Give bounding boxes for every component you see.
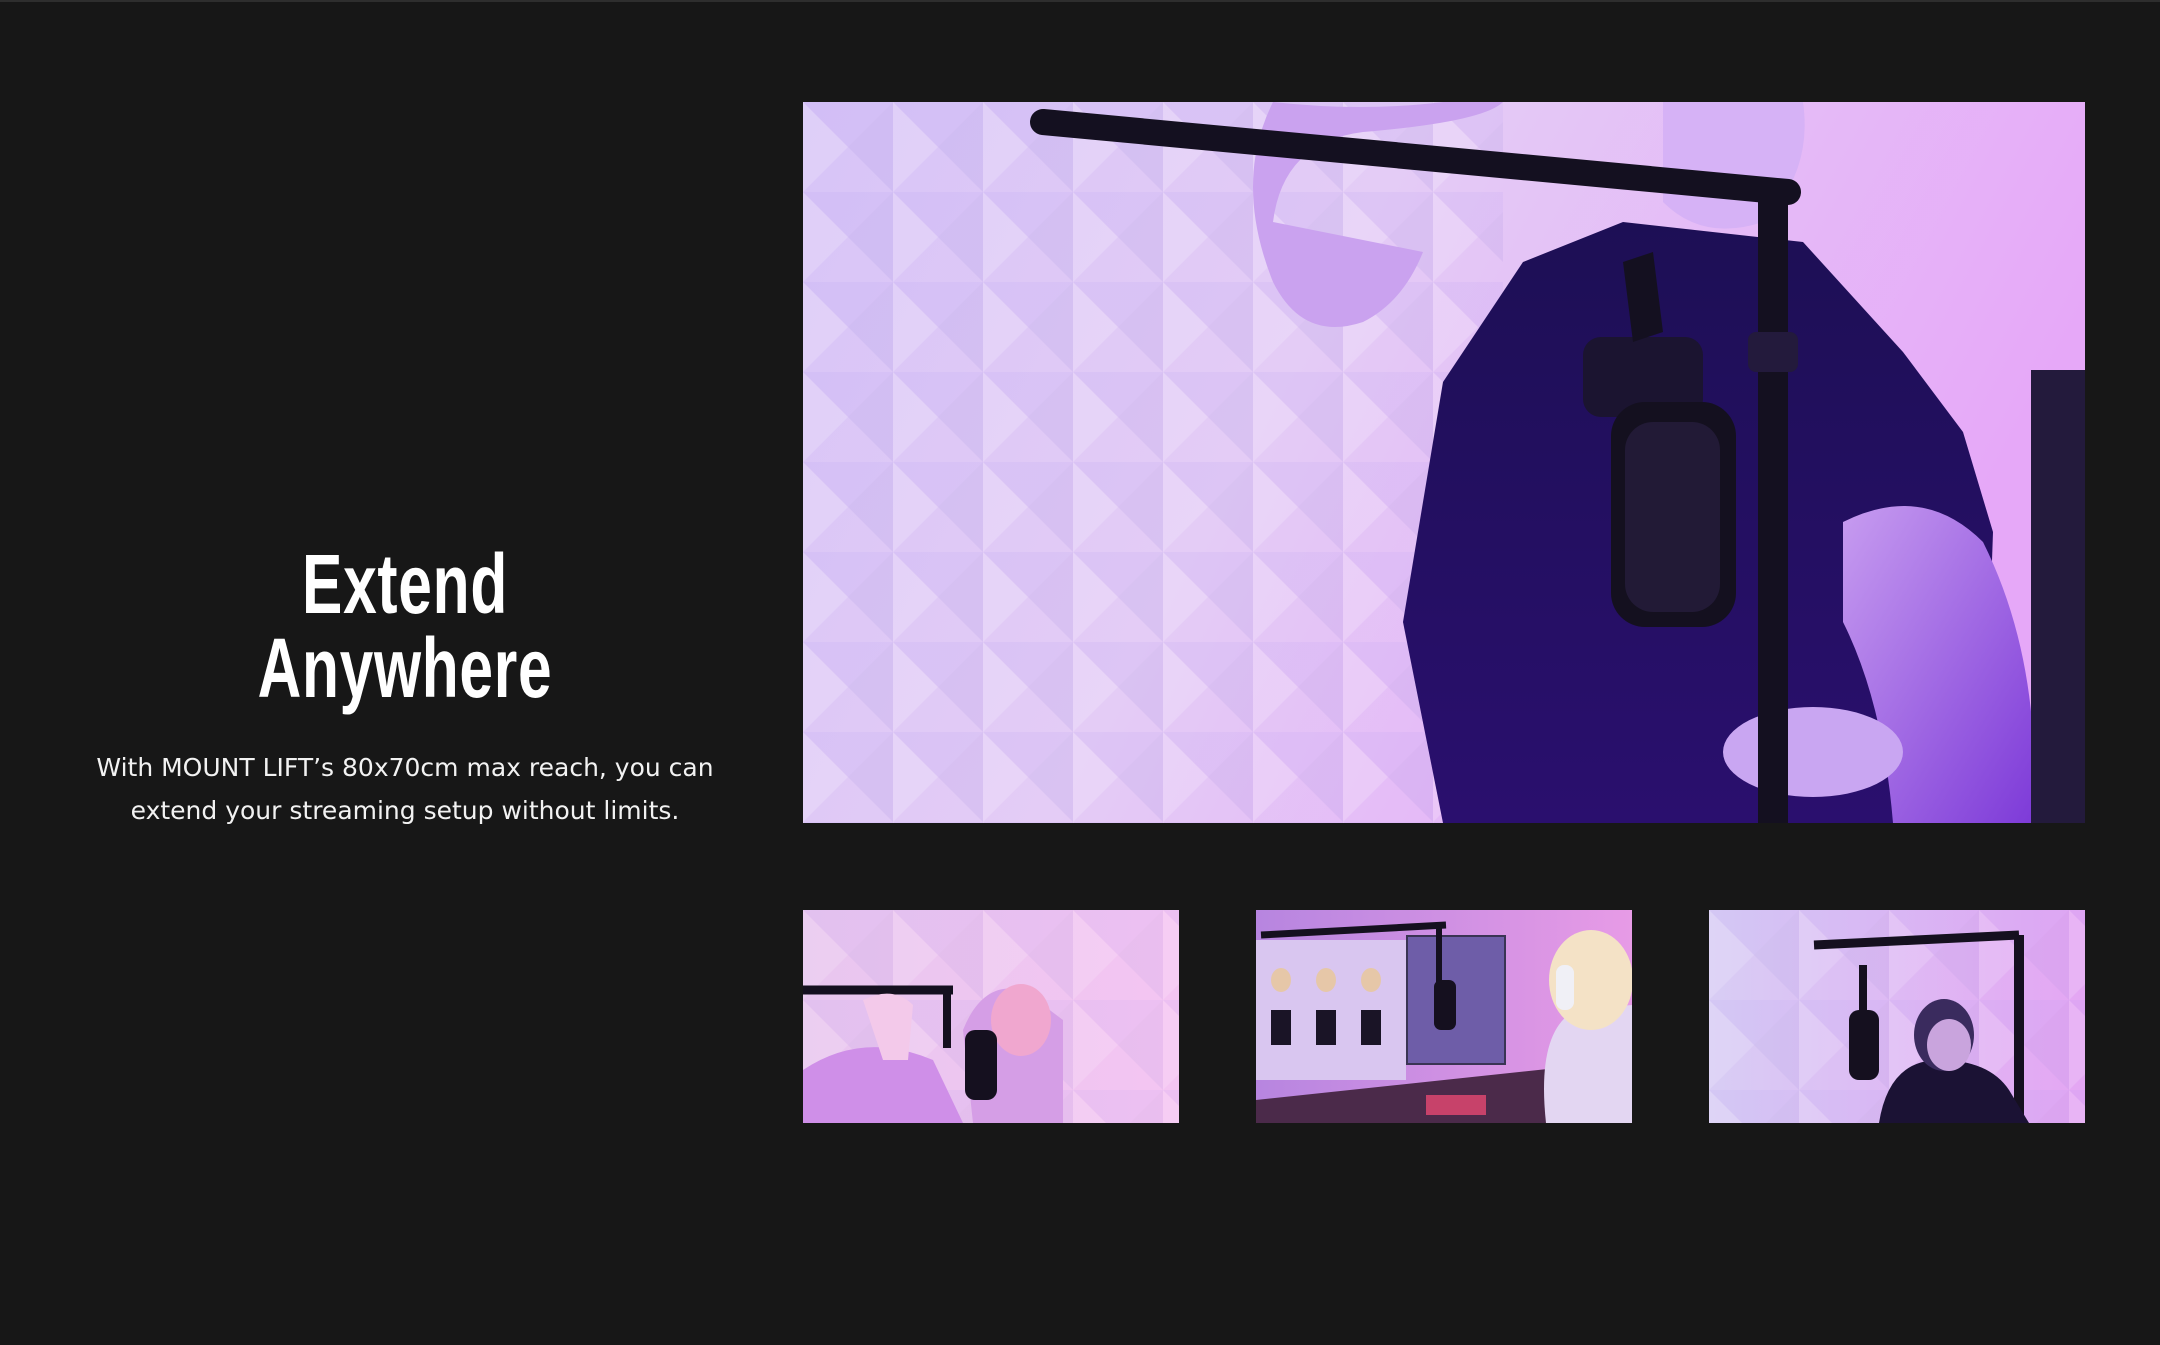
thumb-boom-arm-man-icon: [1709, 910, 2085, 1123]
feature-description: With MOUNT LIFT’s 80x70cm max reach, you…: [96, 753, 714, 825]
feature-title: Extend Anywhere: [257, 537, 553, 715]
video-frame-mic-boom-icon: [803, 102, 2085, 823]
thumbnail-3[interactable]: [1709, 910, 2085, 1123]
thumb-pink-hair-streamer-icon: [803, 910, 1179, 1123]
main-video[interactable]: [803, 102, 2085, 823]
top-divider: [0, 0, 2160, 2]
thumbnail-2[interactable]: [1256, 910, 1632, 1123]
feature-text: Extend Anywhere With MOUNT LIFT’s 80x70c…: [60, 520, 750, 832]
thumb-headset-monitors-icon: [1256, 910, 1632, 1123]
thumbnail-1[interactable]: [803, 910, 1179, 1123]
